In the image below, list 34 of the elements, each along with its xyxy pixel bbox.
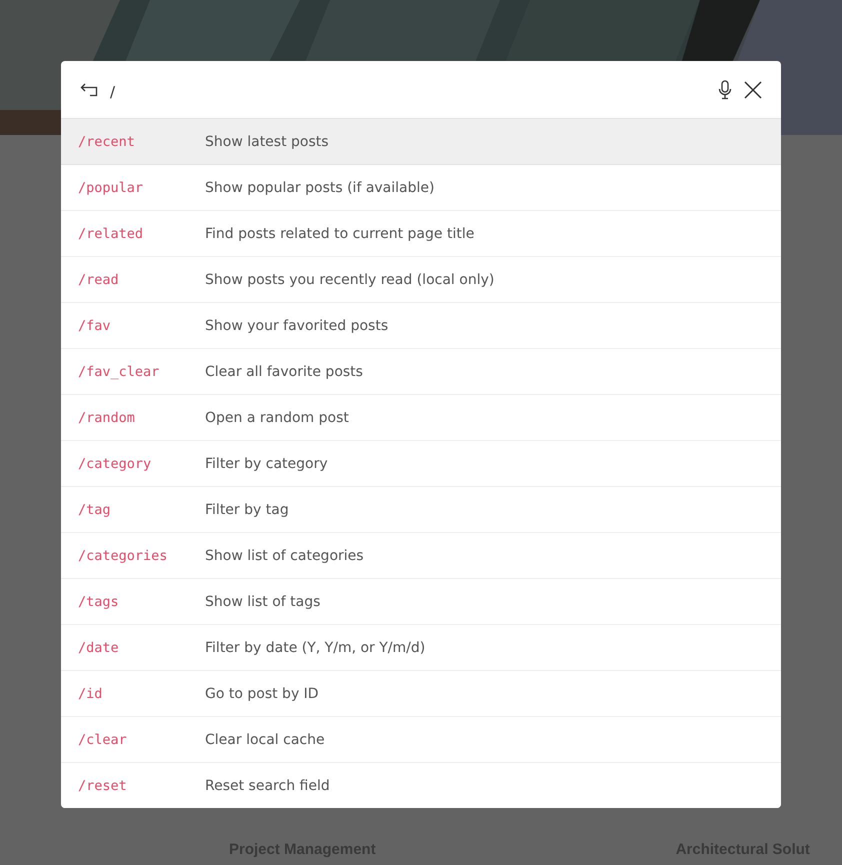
command-name: /tags [78, 594, 120, 610]
command-name: /tag [78, 502, 112, 518]
command-description: Show list of tags [205, 594, 320, 610]
command-description: Show posts you recently read (local only) [205, 272, 494, 288]
command-name: /categories [78, 548, 168, 564]
command-name: /related [78, 226, 144, 242]
back-icon[interactable] [80, 82, 98, 98]
command-name: /fav_clear [78, 364, 160, 380]
command-description: Filter by date (Y, Y/m, or Y/m/d) [205, 640, 426, 656]
command-name: /id [78, 686, 104, 702]
close-icon[interactable] [744, 80, 762, 98]
command-row[interactable]: /recent Show latest posts [61, 119, 781, 165]
command-description: Show list of categories [205, 548, 364, 564]
command-name: /clear [78, 732, 128, 748]
command-description: Find posts related to current page title [205, 226, 474, 242]
command-description: Clear all favorite posts [205, 364, 363, 380]
command-description: Show your favorited posts [205, 318, 388, 334]
command-name: /recent [78, 134, 136, 150]
command-description: Go to post by ID [205, 686, 319, 702]
microphone-icon[interactable] [718, 80, 732, 100]
command-description: Filter by category [205, 456, 328, 472]
command-description: Filter by tag [205, 502, 289, 518]
command-description: Reset search field [205, 778, 330, 794]
command-name: /read [78, 272, 120, 288]
command-name: /popular [78, 180, 144, 196]
command-description: Clear local cache [205, 732, 325, 748]
command-name: /fav [78, 318, 112, 334]
command-description: Show popular posts (if available) [205, 180, 434, 196]
command-description: Show latest posts [205, 134, 329, 150]
command-name: /reset [78, 778, 128, 794]
command-name: /category [78, 456, 152, 472]
command-name: /random [78, 410, 136, 426]
command-name: /date [78, 640, 120, 656]
command-description: Open a random post [205, 410, 349, 426]
